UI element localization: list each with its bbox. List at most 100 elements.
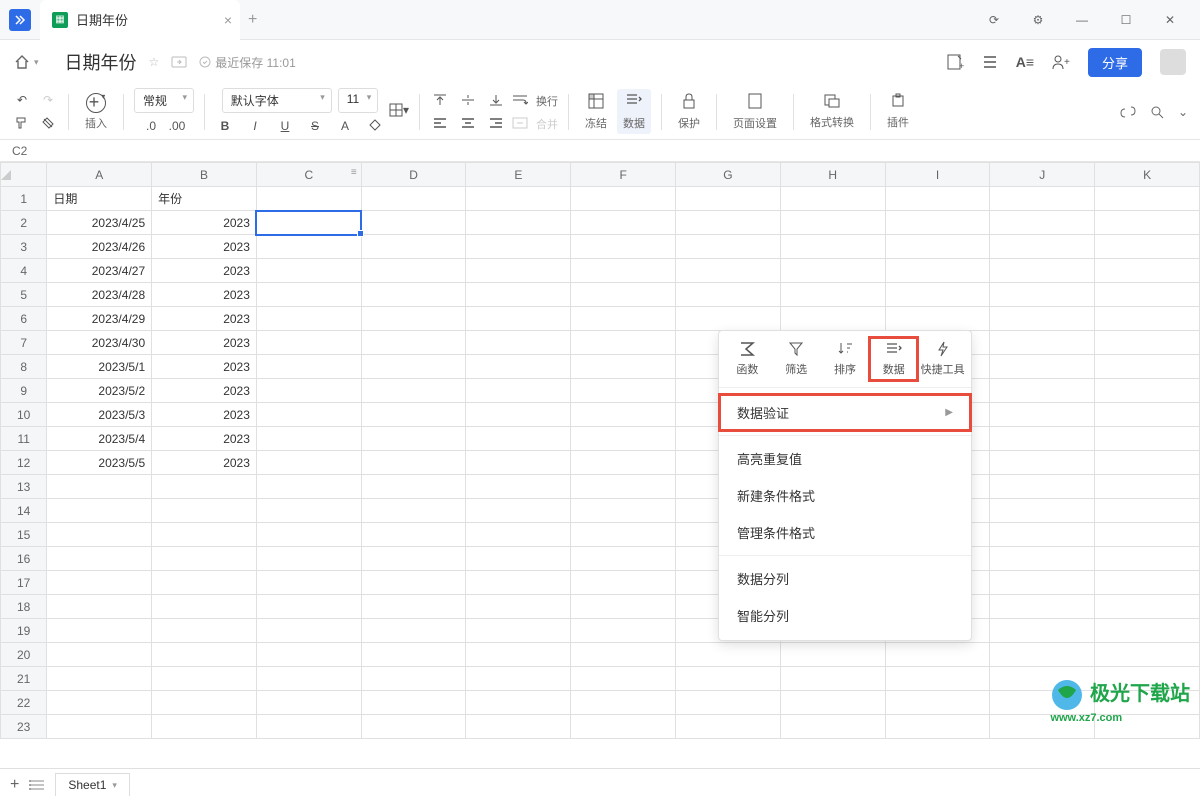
star-icon[interactable]: ☆	[149, 55, 160, 69]
column-header[interactable]: I	[885, 163, 990, 187]
cell[interactable]	[990, 211, 1095, 235]
column-header[interactable]: J	[990, 163, 1095, 187]
column-header[interactable]: E	[466, 163, 571, 187]
cell[interactable]	[990, 235, 1095, 259]
cell[interactable]	[571, 691, 676, 715]
cell[interactable]	[1095, 451, 1200, 475]
sheets-list-button[interactable]	[29, 779, 45, 791]
cell[interactable]	[885, 715, 990, 739]
cell[interactable]	[990, 547, 1095, 571]
cell[interactable]	[571, 235, 676, 259]
cell[interactable]	[1095, 499, 1200, 523]
bold-button[interactable]: B	[215, 116, 235, 136]
collaborators-icon[interactable]: +	[1052, 54, 1070, 70]
cell[interactable]	[361, 691, 466, 715]
column-header[interactable]: H	[780, 163, 885, 187]
row-header[interactable]: 23	[1, 715, 47, 739]
cell[interactable]	[676, 691, 781, 715]
cell[interactable]	[780, 211, 885, 235]
cell[interactable]	[256, 211, 361, 235]
cell[interactable]	[885, 259, 990, 283]
cell[interactable]	[1095, 571, 1200, 595]
dropdown-function-button[interactable]: 函数	[723, 337, 772, 381]
cell[interactable]	[1095, 427, 1200, 451]
italic-button[interactable]: I	[245, 116, 265, 136]
freeze-button[interactable]: 冻结	[579, 89, 613, 134]
cell[interactable]	[1095, 259, 1200, 283]
format-painter-button[interactable]	[12, 113, 32, 133]
cell[interactable]	[990, 523, 1095, 547]
cell[interactable]	[466, 403, 571, 427]
cell[interactable]	[676, 643, 781, 667]
borders-button[interactable]: ▾	[389, 100, 409, 120]
row-header[interactable]: 4	[1, 259, 47, 283]
row-header[interactable]: 13	[1, 475, 47, 499]
data-button[interactable]: 数据	[617, 89, 651, 134]
cell[interactable]	[571, 187, 676, 211]
cell[interactable]	[1095, 235, 1200, 259]
cell[interactable]	[361, 307, 466, 331]
cell[interactable]	[466, 331, 571, 355]
cell[interactable]	[361, 643, 466, 667]
menu-data-validation[interactable]: 数据验证 ▶	[719, 394, 971, 431]
cell[interactable]	[361, 595, 466, 619]
cell[interactable]	[780, 691, 885, 715]
menu-highlight-duplicates[interactable]: 高亮重复值	[719, 440, 971, 477]
cell[interactable]	[990, 355, 1095, 379]
close-icon[interactable]: ×	[224, 12, 232, 28]
cell[interactable]: 2023	[152, 331, 257, 355]
cell[interactable]	[1095, 331, 1200, 355]
cell[interactable]	[361, 523, 466, 547]
cell[interactable]	[256, 691, 361, 715]
cell[interactable]	[571, 307, 676, 331]
menu-text-to-columns[interactable]: 数据分列	[719, 560, 971, 597]
cell[interactable]	[152, 667, 257, 691]
redo-button[interactable]: ↷	[38, 90, 58, 110]
cell[interactable]	[1095, 355, 1200, 379]
row-header[interactable]: 14	[1, 499, 47, 523]
cell[interactable]: 2023	[152, 235, 257, 259]
cell[interactable]	[361, 187, 466, 211]
font-select[interactable]: 默认字体	[222, 88, 332, 113]
increase-decimal-button[interactable]: .00	[167, 116, 187, 136]
cell[interactable]	[990, 619, 1095, 643]
cell[interactable]	[1095, 283, 1200, 307]
cell[interactable]	[361, 283, 466, 307]
cell[interactable]	[152, 595, 257, 619]
chevron-down-icon[interactable]: ▾	[112, 780, 117, 791]
cell[interactable]	[1095, 307, 1200, 331]
cell[interactable]	[571, 523, 676, 547]
cell[interactable]	[466, 643, 571, 667]
cell[interactable]	[466, 523, 571, 547]
cell[interactable]	[780, 187, 885, 211]
row-header[interactable]: 11	[1, 427, 47, 451]
cell-reference-box[interactable]: C2	[0, 140, 1200, 162]
row-header[interactable]: 12	[1, 451, 47, 475]
avatar[interactable]	[1160, 49, 1186, 75]
cell[interactable]: 2023	[152, 259, 257, 283]
cell[interactable]	[466, 667, 571, 691]
cell[interactable]	[256, 547, 361, 571]
maximize-button[interactable]: ☐	[1112, 13, 1140, 27]
cell[interactable]	[466, 451, 571, 475]
cell[interactable]	[571, 355, 676, 379]
document-tab[interactable]: ▦ 日期年份 ×	[40, 0, 240, 40]
cell[interactable]	[47, 691, 152, 715]
cell[interactable]	[571, 451, 676, 475]
cell[interactable]	[361, 547, 466, 571]
cell[interactable]	[256, 499, 361, 523]
cell[interactable]	[1095, 475, 1200, 499]
cell[interactable]	[885, 307, 990, 331]
align-center-button[interactable]	[458, 113, 478, 133]
cell[interactable]	[466, 475, 571, 499]
cell[interactable]	[780, 259, 885, 283]
cell[interactable]	[466, 499, 571, 523]
cell[interactable]	[1095, 187, 1200, 211]
cell[interactable]	[1095, 403, 1200, 427]
cell[interactable]	[47, 643, 152, 667]
cell[interactable]: 2023	[152, 403, 257, 427]
menu-manage-conditional-format[interactable]: 管理条件格式	[719, 514, 971, 551]
cell[interactable]	[990, 643, 1095, 667]
cell[interactable]	[256, 235, 361, 259]
cell[interactable]	[47, 547, 152, 571]
